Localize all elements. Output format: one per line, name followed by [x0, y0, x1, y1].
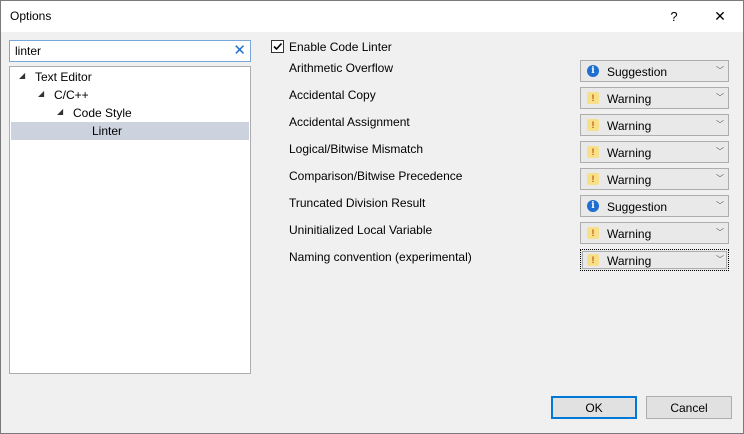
checkbox-checked-icon[interactable]	[271, 40, 284, 53]
clear-search-icon[interactable]: ✕	[233, 42, 246, 60]
warning-icon: !	[587, 119, 599, 131]
warning-icon: !	[587, 254, 599, 266]
enable-linter-label: Enable Code Linter	[289, 40, 392, 54]
tree-item-label: C/C++	[54, 88, 89, 102]
severity-dropdown-truncated-division-result[interactable]: i Suggestion ﹀	[580, 195, 729, 217]
chevron-down-icon: ﹀	[716, 174, 724, 183]
chevron-down-icon: ﹀	[716, 120, 724, 129]
tree-item-label: Code Style	[73, 106, 132, 120]
severity-value: Suggestion	[607, 65, 668, 79]
tree-item-code-style[interactable]: ◢ Code Style	[11, 104, 249, 122]
chevron-down-icon: ﹀	[716, 147, 724, 156]
severity-dropdown-arithmetic-overflow[interactable]: i Suggestion ﹀	[580, 60, 729, 82]
severity-value: Warning	[607, 119, 652, 133]
help-button[interactable]: ?	[651, 1, 697, 32]
info-icon: i	[587, 200, 599, 212]
severity-value: Warning	[607, 173, 652, 187]
chevron-down-icon: ﹀	[716, 93, 724, 102]
warning-icon: !	[587, 173, 599, 185]
severity-dropdown-comparison-bitwise-precedence[interactable]: ! Warning ﹀	[580, 168, 729, 190]
tree-item-label: Text Editor	[35, 70, 92, 84]
chevron-down-icon: ﹀	[716, 66, 724, 75]
severity-value: Warning	[607, 146, 652, 160]
chevron-down-icon: ﹀	[716, 228, 724, 237]
options-tree: ◢ Text Editor ◢ C/C++ ◢ Code Style Linte…	[9, 66, 251, 374]
warning-icon: !	[587, 227, 599, 239]
rule-label: Accidental Copy	[289, 88, 376, 102]
rule-label: Naming convention (experimental)	[289, 250, 472, 264]
rule-label: Truncated Division Result	[289, 196, 426, 210]
close-button[interactable]: ✕	[697, 1, 743, 32]
tree-item-text-editor[interactable]: ◢ Text Editor	[11, 68, 249, 86]
options-dialog: Options ? ✕ linter ✕ ◢ Text Editor ◢ C/C…	[0, 0, 744, 434]
severity-dropdown-naming-convention[interactable]: ! Warning ﹀	[580, 249, 729, 271]
rule-label: Accidental Assignment	[289, 115, 410, 129]
expanded-arrow-icon[interactable]: ◢	[57, 107, 63, 116]
expanded-arrow-icon[interactable]: ◢	[38, 89, 44, 98]
warning-icon: !	[587, 146, 599, 158]
severity-value: Suggestion	[607, 200, 668, 214]
tree-item-linter[interactable]: Linter	[11, 122, 249, 140]
search-input-value: linter	[15, 44, 42, 58]
ok-button[interactable]: OK	[551, 396, 637, 419]
rule-label: Uninitialized Local Variable	[289, 223, 433, 237]
rule-label: Logical/Bitwise Mismatch	[289, 142, 424, 156]
info-icon: i	[587, 65, 599, 77]
cancel-button[interactable]: Cancel	[646, 396, 732, 419]
chevron-down-icon: ﹀	[716, 255, 724, 264]
severity-value: Warning	[607, 254, 652, 268]
tree-item-c-cpp[interactable]: ◢ C/C++	[11, 86, 249, 104]
chevron-down-icon: ﹀	[716, 201, 724, 210]
severity-dropdown-accidental-copy[interactable]: ! Warning ﹀	[580, 87, 729, 109]
severity-dropdown-logical-bitwise-mismatch[interactable]: ! Warning ﹀	[580, 141, 729, 163]
rule-label: Arithmetic Overflow	[289, 61, 394, 75]
rule-label: Comparison/Bitwise Precedence	[289, 169, 463, 183]
search-input[interactable]: linter ✕	[9, 40, 251, 62]
warning-icon: !	[587, 92, 599, 104]
expanded-arrow-icon[interactable]: ◢	[19, 71, 25, 80]
severity-value: Warning	[607, 227, 652, 241]
severity-dropdown-uninitialized-local-variable[interactable]: ! Warning ﹀	[580, 222, 729, 244]
severity-dropdown-accidental-assignment[interactable]: ! Warning ﹀	[580, 114, 729, 136]
tree-item-label: Linter	[92, 124, 123, 138]
severity-value: Warning	[607, 92, 652, 106]
title-bar: Options ? ✕	[1, 1, 743, 32]
window-title: Options	[10, 9, 52, 23]
